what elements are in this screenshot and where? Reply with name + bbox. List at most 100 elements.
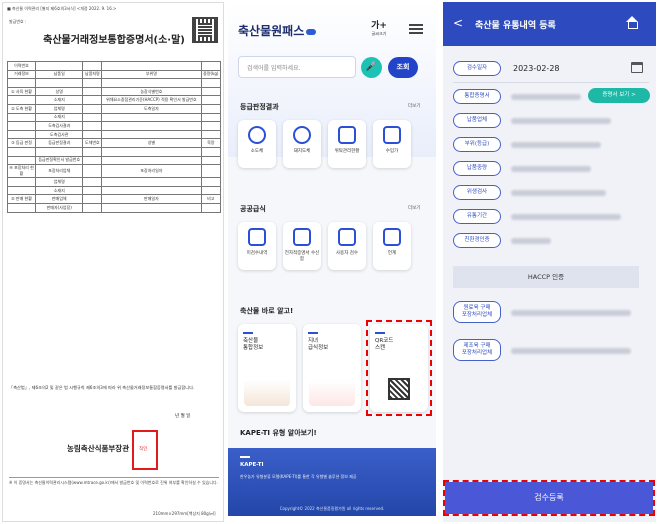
field-label: 원료육 구매 포장처리업체 [453,301,501,323]
haccp-section-header: HACCP 인증 [453,266,639,288]
certificate-table-cell [101,121,202,131]
back-arrow-icon[interactable]: < [453,16,463,30]
certificate-table-cell [82,194,103,204]
children-illustration [309,380,355,406]
microphone-icon[interactable]: 🎤 [361,57,382,78]
issue-number-label: 발급번호 : [9,19,27,24]
search-input[interactable]: 검색어를 입력하세요. [238,56,356,78]
certificate-table-row: 도축검사관 [7,129,222,140]
distribution-register-screen: < 축산물 유통내역 등록 검수일자 2023-02-28 통합증명서 증명서 … [443,2,656,522]
certificate-table-row: ③ 등급 판정 등급판정결과 도체번호 성별 육량 [7,138,222,148]
section-grade-more-link[interactable]: 더보기 [408,103,420,109]
field-label: 부위(등급) [453,137,501,152]
certificate-table-cell [7,95,36,105]
card-link[interactable]: 언계 [373,222,411,270]
certificate-table-cell: 부위명 [101,69,202,80]
hamburger-menu-icon[interactable] [409,24,423,34]
certificate-table-row: 소재지 [7,112,222,123]
field-label: 유통기간 [453,209,501,224]
certificate-table-cell [200,202,222,213]
card-import[interactable]: 수입가 [373,120,411,168]
cattle-illustration [244,380,290,406]
field-shelf-life: 유통기간 [453,208,649,226]
home-icon[interactable] [625,16,639,29]
section-meal-more-link[interactable]: 더보기 [408,205,420,211]
certificate-table-cell [101,155,202,166]
certificate-table-cell: 도축검사관 [34,129,84,140]
certificate-table-cell: 포장처리업체 [34,164,84,179]
certificate-table-cell: 포장처리일자 [101,164,202,179]
certificate-table-cell: 중량(kg) [200,69,222,80]
card-pig-carcass[interactable]: 돼지도체 [283,120,321,168]
certificate-table-cell [101,112,202,123]
certificate-table-cell [200,112,222,123]
certificate-table-row: ① 사육 현황 성명 농장식별번호 [7,86,222,97]
card-cattle-carcass[interactable]: 소도체 [238,120,276,168]
card-label: 사용자 검수 [335,251,359,256]
certificate-table-cell [7,112,36,123]
view-certificate-button[interactable]: 증명서 보기 > [588,88,650,103]
certificate-table-row: 소재지 [7,185,222,196]
certificate-table-row: 도축검사결과 [7,121,222,131]
card-school-meal-info[interactable]: 지녀 급식정보 [303,324,361,412]
card-e-certificate-inbox[interactable]: 전자적증명서 수신함 [283,222,321,270]
redacted-value [511,238,551,244]
field-hygiene: 위생검사 [453,184,649,202]
card-uninspected[interactable]: 미검수내역 [238,222,276,270]
kapeti-banner[interactable]: KAPE-TI 한우농가 유형분류 모델(KAPE-TI)를 통한 각 유형별 … [228,448,436,516]
card-label: 언계 [387,251,397,256]
certificate-table-cell [34,61,84,71]
certificate-table-cell [7,146,36,157]
field-label: 친환경인증 [453,233,501,248]
certificate-table-cell: 거래정보 [7,69,36,80]
certificate-table-cell [82,146,103,157]
certificate-table-cell [82,129,103,140]
certificate-table-cell [200,78,222,88]
certificate-table-cell [82,155,103,166]
certificate-table-cell: 등급판정결과 [34,138,84,148]
inspection-date-value[interactable]: 2023-02-28 [513,64,560,73]
field-raw-meat-packer: 원료육 구매 포장처리업체 [453,301,649,323]
top-app-bar: < 축산물 유통내역 등록 [443,2,656,46]
search-button[interactable]: 조회 [388,57,418,78]
certificate-table-cell: 납품처명 [82,69,103,80]
monitor-icon [293,228,311,246]
section-kapeti-title: KAPE-TI 유형 알아보기! [240,429,317,437]
card-user-inspection[interactable]: 사용자 검수 [328,222,366,270]
copyright-text: Copyright© 2022 축산물품질평가원 all rights rese… [279,506,385,511]
certificate-table-row: 이력번호 [7,61,222,71]
card-consign-status[interactable]: 위탁관리현황 [328,120,366,168]
card-label: 소도체 [250,149,264,154]
divider [453,82,649,83]
certificate-table-row: 업체명 [7,177,222,187]
certificate-table-cell [34,78,84,88]
certificate-table-cell [82,103,103,114]
card-accent-bar [243,332,253,334]
field-eco-cert: 친환경인증 [453,232,649,250]
certificate-table-cell: 육량 [200,138,222,148]
calendar-icon[interactable] [631,62,643,73]
document-icon [338,126,356,144]
certificate-table-cell [82,177,103,187]
certificate-table-row: 소재지 위해요소중점관리기준(HACCP) 적용 확인서 발급번호 [7,95,222,105]
field-processed-meat-packer: 제조육 구매 포장처리업체 [453,339,649,361]
certificate-table-cell: 농장식별번호 [101,86,202,97]
certificate-table-cell [200,129,222,140]
field-weight: 납품중량 [453,160,649,178]
certificate-table-cell [34,146,84,157]
banner-accent-line [240,456,250,458]
certificate-table-cell: 소재지 [34,185,84,196]
certificate-table-row: 등급판정확인서 발급번호 [7,155,222,166]
field-certificate: 통합증명서 증명서 보기 > [453,88,650,106]
card-integrated-info[interactable]: 축산물 통합정보 [238,324,296,412]
certificate-table-cell: 도축검사결과 [34,121,84,131]
font-size-button[interactable]: 가+ 글씨크기 [368,18,390,37]
card-label: 돼지도체 [293,149,311,154]
field-label: 납품업체 [453,113,501,128]
certificate-table-cell [7,78,36,88]
brand-text: 축산물원패스 [238,24,305,38]
card-label: 지녀 급식정보 [308,338,329,351]
certificate-table-row [7,146,222,157]
document-form-line: ■ 축산물 이력관리 [별지 제6호의3서식] <개정 2022. 9. 16.… [7,6,117,11]
certificate-table-cell: 납품일 [34,69,84,80]
